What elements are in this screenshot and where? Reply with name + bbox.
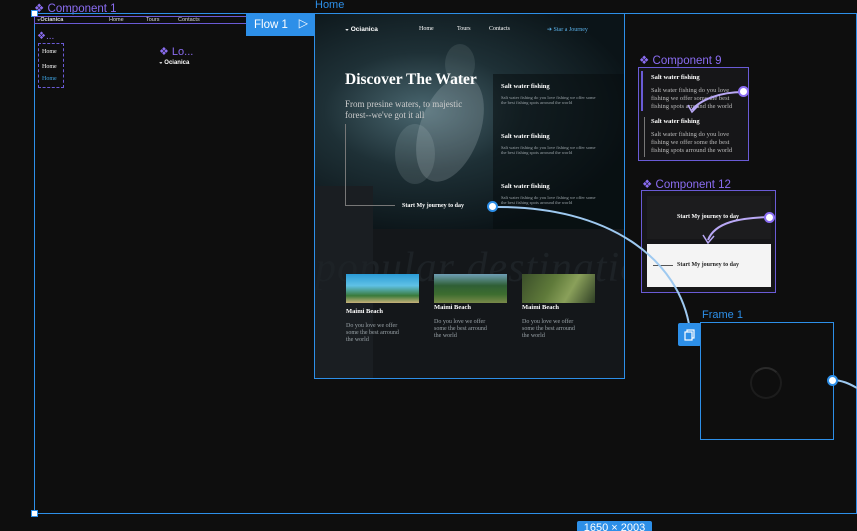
dark-button-label: Start My journey to day <box>677 214 739 220</box>
card-title: Maimi Beach <box>434 304 472 311</box>
item-title: Salt water fishing <box>651 118 700 125</box>
component12-label[interactable]: ❖ Component 12 <box>642 177 731 191</box>
feature-item: Salt water fishing Salt water fishing do… <box>501 133 597 155</box>
card-text-2: some the best arround <box>346 330 399 336</box>
variant-home-2[interactable]: Home <box>42 64 57 70</box>
home-frame-label[interactable]: Home <box>315 0 344 11</box>
site-brand[interactable]: ◒ Ocianica <box>345 26 378 33</box>
mini-navbar[interactable]: ◒ Ocianica Home Tours Contacts <box>34 16 259 24</box>
feature-title: Salt water fishing <box>501 183 550 190</box>
card-text-3: the world <box>434 333 457 339</box>
interaction-dot[interactable] <box>738 86 749 97</box>
component-icon: ❖ <box>639 55 653 67</box>
feature-title: Salt water fishing <box>501 133 550 140</box>
item-text-1: Salt water fishing do you love <box>651 87 730 94</box>
mini-nav-tours[interactable]: Tours <box>146 17 159 23</box>
mini-nav-home[interactable]: Home <box>109 17 124 23</box>
button-line <box>653 265 673 266</box>
loading-spinner-icon <box>750 367 782 399</box>
hero-line-vertical <box>345 124 346 206</box>
feature-text: Salt water fishing do you love fishing w… <box>501 195 596 205</box>
component9-item[interactable]: Salt water fishing Salt water fishing do… <box>651 118 747 155</box>
component9[interactable]: Salt water fishing Salt water fishing do… <box>638 67 749 161</box>
card-image-beach <box>346 274 419 303</box>
light-journey-button[interactable]: Start My journey to day <box>647 244 771 287</box>
component9-item[interactable]: Salt water fishing Salt water fishing do… <box>651 74 747 111</box>
hero-subtitle-2: forest--we've got it all <box>345 110 425 120</box>
component9-label[interactable]: ❖ Component 9 <box>639 53 722 67</box>
feature-item: Salt water fishing Salt water fishing do… <box>501 83 597 105</box>
card-title: Maimi Beach <box>346 308 384 315</box>
site-nav-contacts[interactable]: Contacts <box>489 26 510 32</box>
variant-component-label[interactable]: ❖... <box>37 31 54 42</box>
interaction-dot[interactable] <box>764 212 775 223</box>
component12[interactable]: Start My journey to day Start My journey… <box>641 190 776 293</box>
hero-line-horizontal <box>345 205 395 206</box>
variant-component[interactable]: Home Home Home <box>38 43 64 88</box>
card-text-3: the world <box>522 333 545 339</box>
frame1[interactable] <box>700 322 834 440</box>
light-button-label: Start My journey to day <box>677 262 739 268</box>
site-nav-home[interactable]: Home <box>419 26 434 32</box>
play-icon[interactable]: ▷ <box>299 16 308 30</box>
journey-button[interactable]: Start My journey to day <box>402 203 464 209</box>
connection-target-icon[interactable] <box>678 323 701 346</box>
card[interactable]: Maimi Beach Do you love we offer some th… <box>522 304 602 340</box>
card-text-3: the world <box>346 337 369 343</box>
item-title: Salt water fishing <box>651 74 700 81</box>
mini-nav-contacts[interactable]: Contacts <box>178 17 200 23</box>
logo-component[interactable]: ◒ Ocianica <box>159 60 189 66</box>
feature-text: Salt water fishing do you love fishing w… <box>501 145 596 155</box>
feature-item: Salt water fishing Salt water fishing do… <box>501 183 597 205</box>
item-text-2: fishing we offer some the best <box>651 139 730 146</box>
card[interactable]: Maimi Beach Do you love we offer some th… <box>434 304 514 340</box>
resize-handle-bottom-left[interactable] <box>31 510 38 517</box>
item-text-3: fishing spots arround the world <box>651 147 733 154</box>
site-cta[interactable]: ➔ Star a Journey <box>547 26 588 33</box>
card[interactable]: Maimi Beach Do you love we offer some th… <box>346 308 426 344</box>
flow-tag[interactable]: Flow 1 ▷ <box>246 13 314 36</box>
connection-start-dot[interactable] <box>827 375 838 386</box>
connection-start-dot[interactable] <box>487 201 498 212</box>
card-text-1: Do you love we offer <box>522 319 574 325</box>
item-text-3: fishing spots arround the world <box>651 103 733 110</box>
logo-component-label[interactable]: ❖ Lo... <box>159 45 193 58</box>
variant-home-3[interactable]: Home <box>42 76 57 82</box>
card-text-1: Do you love we offer <box>434 319 486 325</box>
mini-brand: ◒ Ocianica <box>37 17 64 23</box>
dark-journey-button[interactable]: Start My journey to day <box>647 196 771 239</box>
hero-subtitle-1: From presine waters, to majestic <box>345 99 463 109</box>
card-image-forest <box>434 274 507 303</box>
feature-title: Salt water fishing <box>501 83 550 90</box>
card-title: Maimi Beach <box>522 304 560 311</box>
active-indicator <box>641 71 643 111</box>
item-text-1: Salt water fishing do you love <box>651 131 730 138</box>
card-image-jungle <box>522 274 595 303</box>
home-frame[interactable]: popular destinations ◒ Ocianica Home Tou… <box>314 13 625 379</box>
inactive-indicator <box>644 117 645 157</box>
site-nav-tours[interactable]: Tours <box>457 26 471 32</box>
card-text-2: some the best arround <box>522 326 575 332</box>
feature-text: Salt water fishing do you love fishing w… <box>501 95 596 105</box>
size-badge: 1650 × 2003 <box>577 521 652 531</box>
hero-title: Discover The Water <box>345 71 477 88</box>
item-text-2: fishing we offer some the best <box>651 95 730 102</box>
card-text-2: some the best arround <box>434 326 487 332</box>
card-text-1: Do you love we offer <box>346 323 398 329</box>
frame1-label[interactable]: Frame 1 <box>702 309 743 321</box>
variant-home-1[interactable]: Home <box>42 49 57 55</box>
